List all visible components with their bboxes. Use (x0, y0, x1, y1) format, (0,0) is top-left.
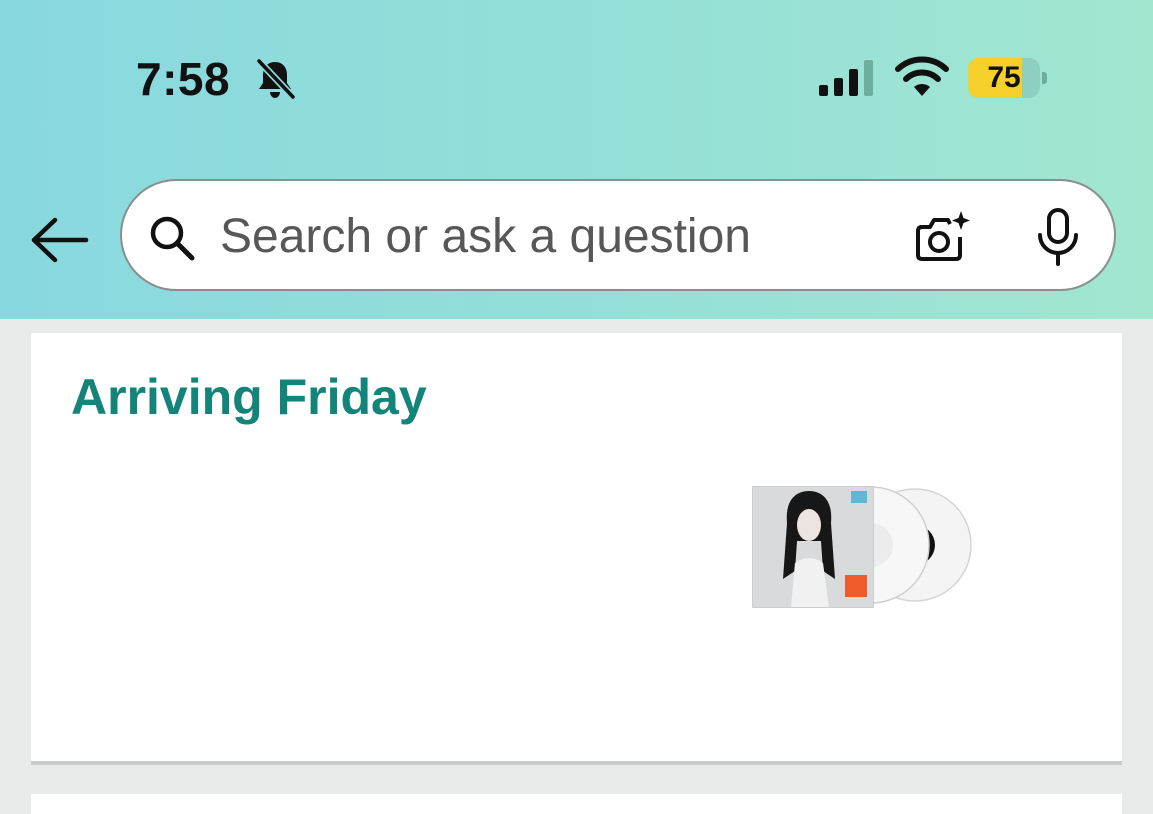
delivery-card[interactable]: Arriving Friday (31, 333, 1122, 765)
search-bar[interactable] (120, 179, 1116, 291)
camera-icon[interactable] (912, 209, 972, 265)
bell-slash-icon (256, 58, 296, 100)
next-card (31, 794, 1122, 814)
battery-level: 75 (987, 61, 1021, 94)
battery-icon: 75 (968, 58, 1047, 98)
battery-body: 75 (968, 58, 1040, 98)
battery-cap (1042, 72, 1047, 84)
back-arrow-icon[interactable] (28, 212, 90, 268)
search-input[interactable] (220, 205, 880, 267)
app-header: 7:58 75 (0, 0, 1153, 319)
product-image[interactable] (751, 483, 983, 613)
wifi-icon (895, 56, 949, 96)
search-icon (150, 216, 195, 261)
cellular-signal-icon (819, 60, 873, 96)
microphone-icon[interactable] (1034, 207, 1082, 267)
delivery-heading: Arriving Friday (71, 369, 427, 425)
status-time: 7:58 (136, 53, 231, 105)
